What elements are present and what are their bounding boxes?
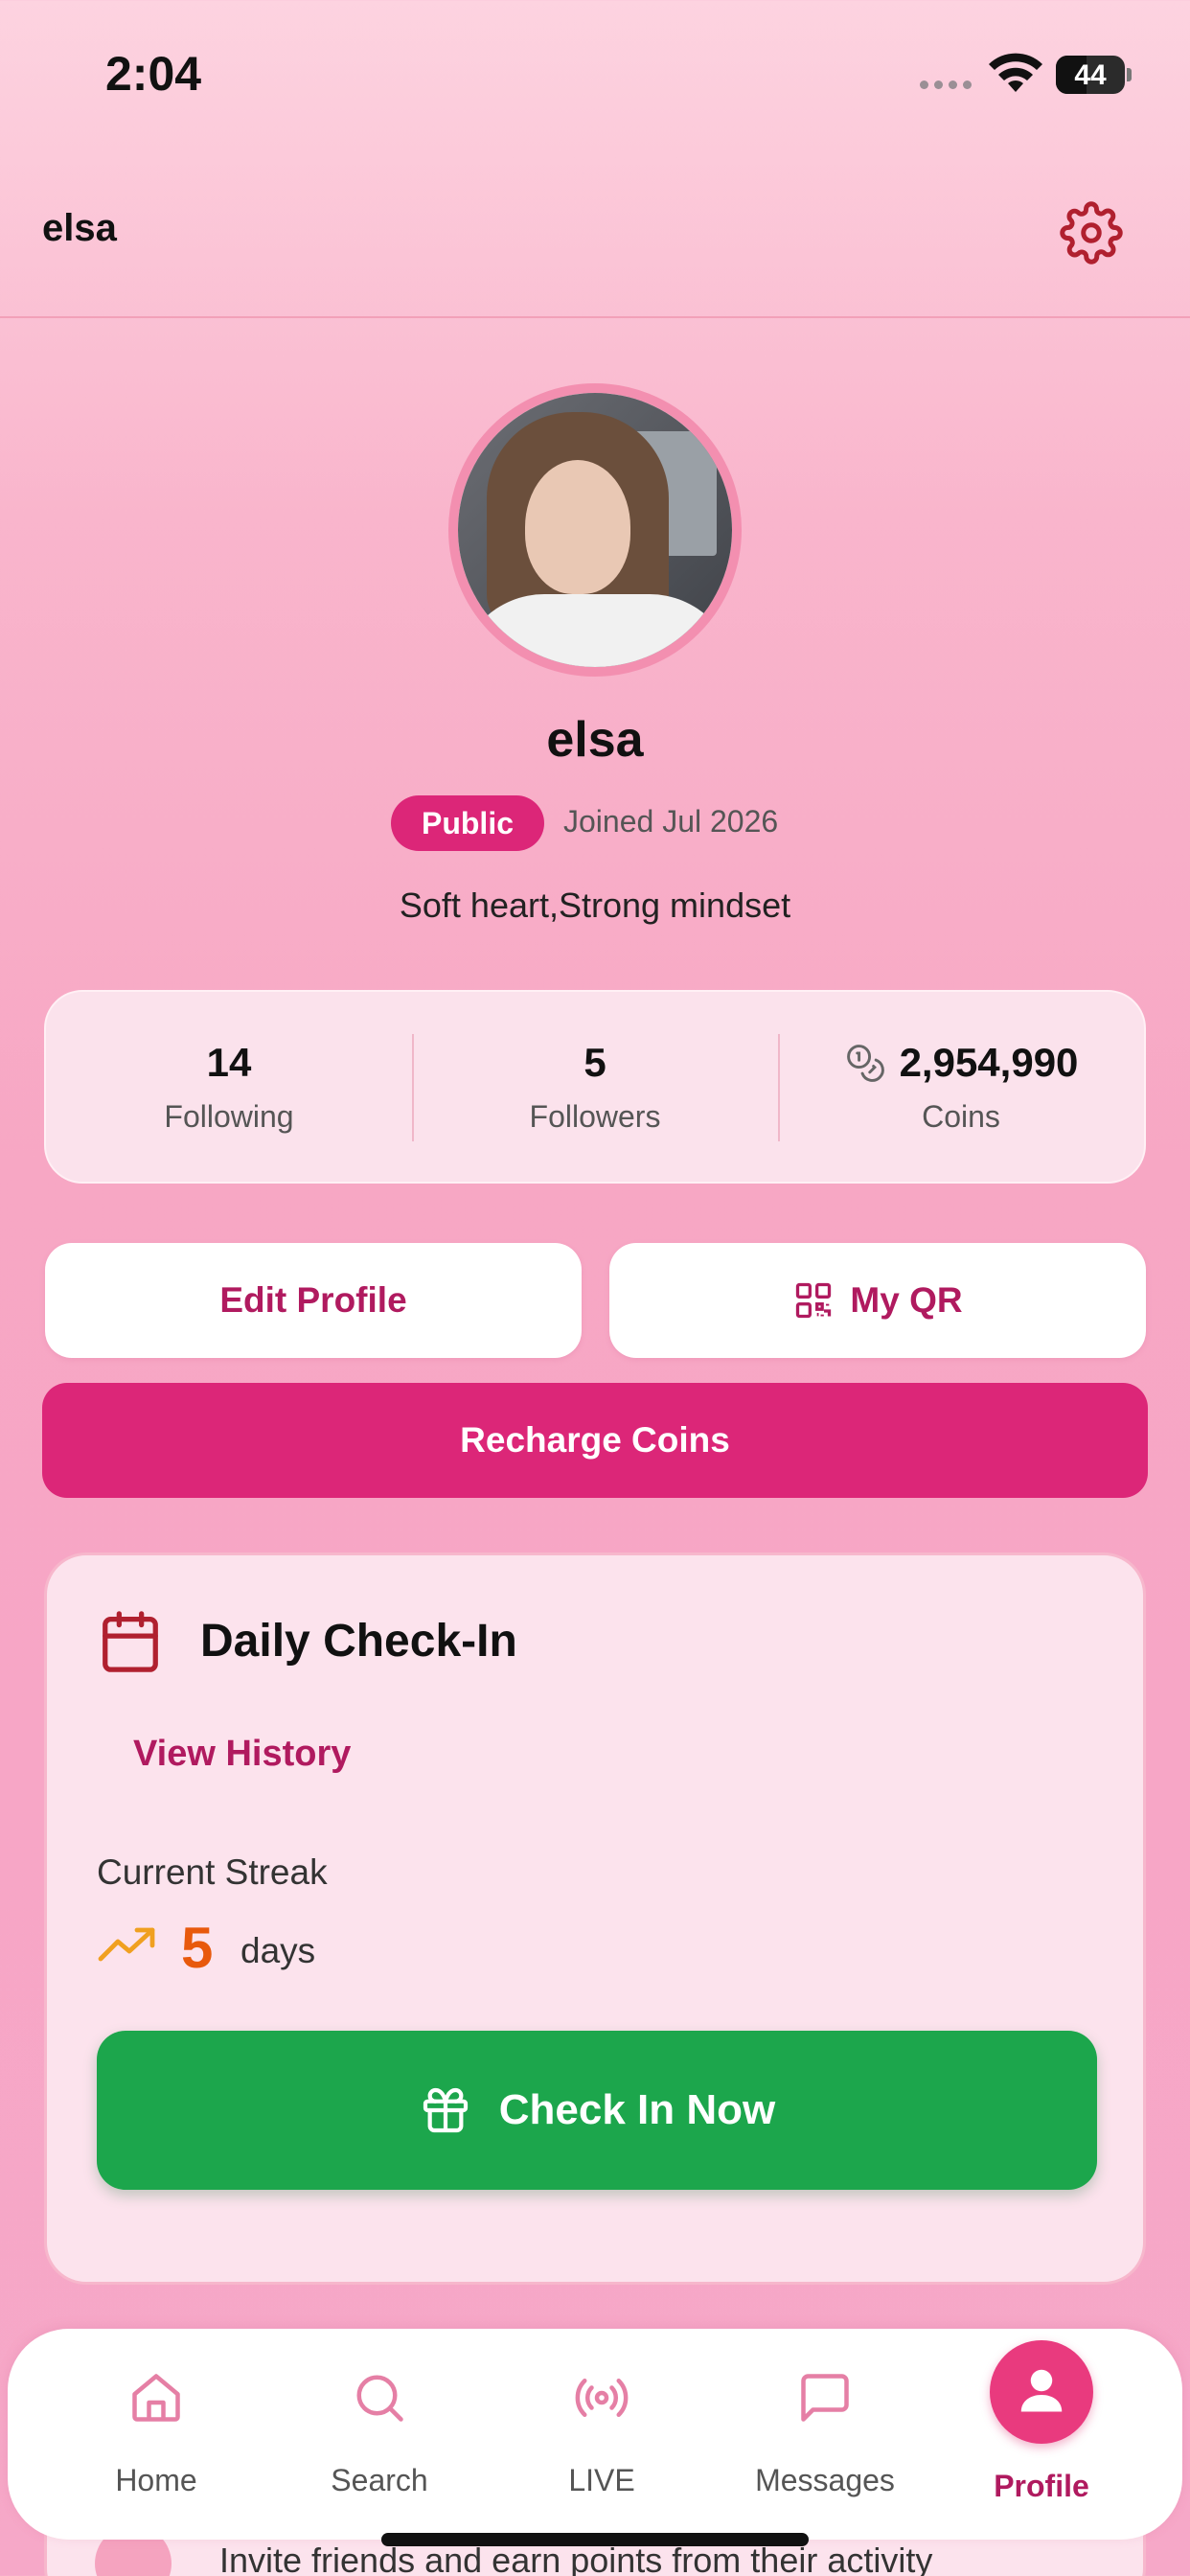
view-history-link[interactable]: View History (133, 1734, 351, 1775)
streak-value: 5 (181, 1916, 214, 1980)
stat-coins[interactable]: 2,954,990 Coins (778, 992, 1144, 1182)
nav-home-label: Home (115, 2463, 197, 2497)
followers-label: Followers (529, 1099, 661, 1134)
search-icon (356, 2375, 403, 2422)
stat-followers[interactable]: 5 Followers (412, 992, 778, 1182)
nav-profile-tab[interactable]: Profile (931, 2329, 1152, 2540)
bottom-nav: Home Search LIVE Messages Profile (8, 2329, 1182, 2540)
daily-checkin-card: Daily Check-In View History Current Stre… (44, 1552, 1146, 2285)
calendar-icon (103, 1611, 158, 1672)
coins-label: Coins (922, 1099, 1000, 1134)
nav-messages[interactable]: Messages (715, 2329, 935, 2540)
status-bar: 2:04 44 (0, 0, 1190, 144)
messages-icon (801, 2374, 849, 2422)
stats-card: 14 Following 5 Followers 2,954,990 Coins (44, 990, 1146, 1184)
coins-icon (846, 1045, 884, 1082)
home-indicator (381, 2533, 809, 2546)
battery-percent: 44 (1074, 59, 1107, 91)
check-in-now-button[interactable]: Check In Now (97, 2031, 1097, 2190)
status-time: 2:04 (105, 47, 202, 101)
streak-unit: days (240, 1931, 316, 1970)
signal-icon (920, 80, 977, 92)
recharge-coins-button[interactable]: Recharge Coins (42, 1383, 1148, 1498)
wifi-icon (989, 53, 1042, 92)
app-header: elsa (0, 172, 1190, 318)
my-qr-label: My QR (850, 1280, 963, 1320)
followers-count: 5 (584, 1040, 606, 1085)
nav-live[interactable]: LIVE (492, 2329, 712, 2540)
qr-code-icon (796, 1282, 832, 1319)
battery-icon: 44 (1056, 56, 1132, 94)
checkin-title: Daily Check-In (200, 1616, 517, 1667)
coins-count: 2,954,990 (899, 1040, 1079, 1085)
nav-profile-label: Profile (994, 2469, 1089, 2503)
home-icon (132, 2374, 180, 2422)
stat-following[interactable]: 14 Following (46, 992, 412, 1182)
nav-live-label: LIVE (568, 2463, 635, 2497)
following-label: Following (164, 1099, 294, 1134)
nav-home[interactable]: Home (46, 2329, 266, 2540)
edit-profile-label: Edit Profile (219, 1280, 407, 1320)
profile-bio: Soft heart,Strong mindset (399, 886, 791, 925)
streak-label: Current Streak (97, 1852, 328, 1892)
profile-avatar[interactable] (448, 383, 742, 677)
check-in-label: Check In Now (498, 2086, 776, 2133)
live-icon (575, 2379, 629, 2417)
trending-up-icon (98, 1927, 155, 1962)
edit-profile-button[interactable]: Edit Profile (45, 1243, 582, 1358)
nav-search[interactable]: Search (269, 2329, 490, 2540)
nav-messages-label: Messages (755, 2463, 895, 2497)
header-username: elsa (42, 207, 117, 249)
joined-date: Joined Jul 2026 (563, 804, 779, 839)
following-count: 14 (206, 1040, 252, 1085)
profile-name: elsa (546, 712, 644, 768)
gift-icon (423, 2087, 468, 2133)
nav-search-label: Search (331, 2463, 428, 2497)
gear-icon[interactable] (1060, 201, 1123, 264)
my-qr-button[interactable]: My QR (609, 1243, 1146, 1358)
visibility-badge: Public (391, 795, 544, 851)
